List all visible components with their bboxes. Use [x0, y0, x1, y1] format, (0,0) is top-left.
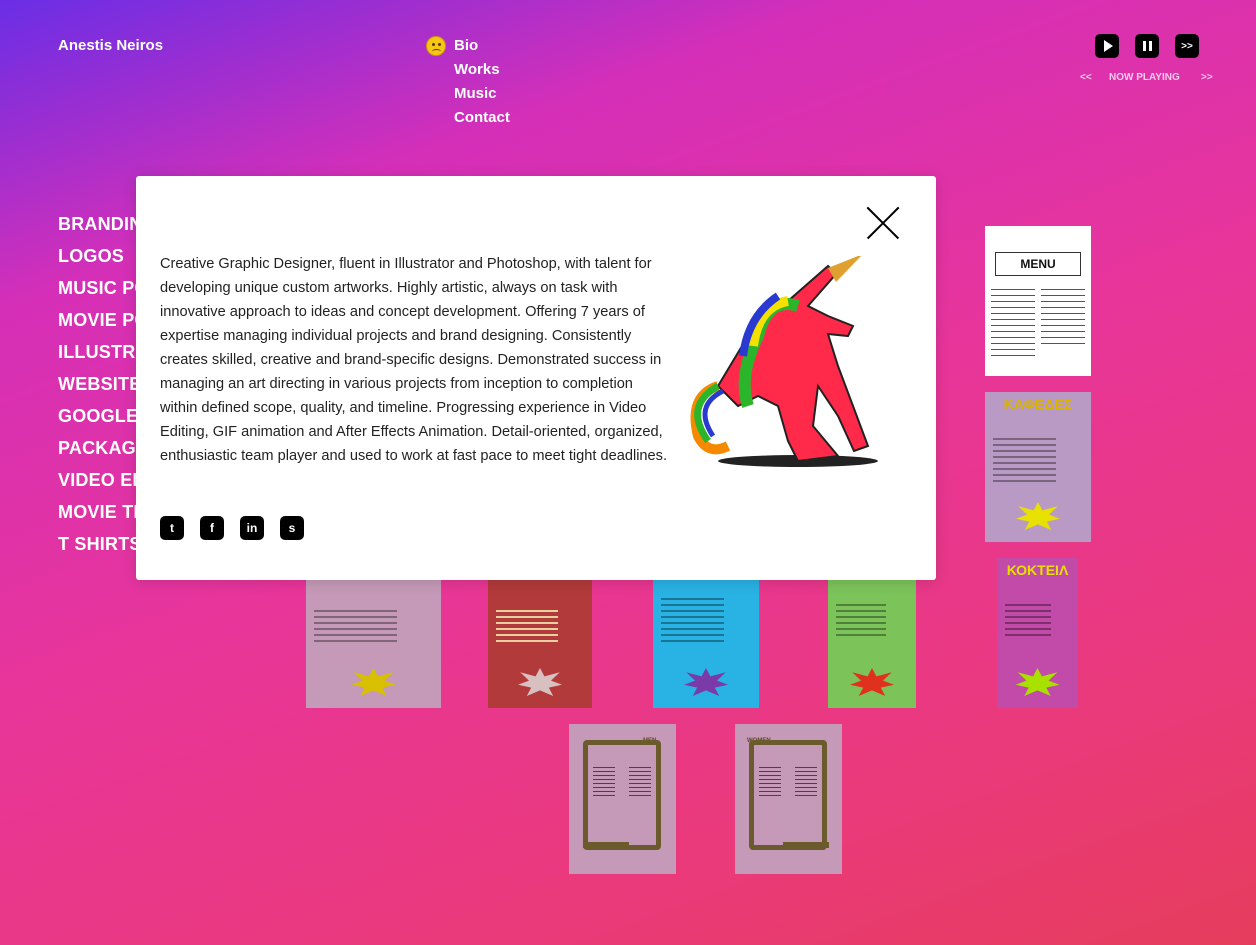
pause-button[interactable] [1135, 34, 1159, 58]
nav-music[interactable]: Music [454, 84, 510, 108]
menu-thumbnail[interactable]: MENU [985, 226, 1091, 376]
nav-works[interactable]: Works [454, 60, 510, 84]
linkedin-icon[interactable]: in [240, 516, 264, 540]
pause-icon [1142, 41, 1152, 51]
nav-contact[interactable]: Contact [454, 108, 510, 132]
men-restroom-thumbnail[interactable]: MEN [569, 724, 676, 874]
bio-modal: Creative Graphic Designer, fluent in Ill… [136, 176, 936, 580]
top-nav: Bio Works Music Contact [454, 36, 510, 132]
kokteil-thumbnail[interactable]: ΚΟΚΤΕΙΛ [997, 558, 1078, 708]
women-restroom-thumbnail[interactable]: WOMEN [735, 724, 842, 874]
unicorn-illustration [690, 256, 878, 467]
prev-track-link[interactable]: << [1080, 72, 1092, 83]
xymoi-thumbnail[interactable] [488, 580, 592, 708]
skype-icon[interactable]: s [280, 516, 304, 540]
kafedes-thumbnail[interactable]: ΚΑΦΕΔΕΣ [985, 392, 1091, 542]
site-brand[interactable]: Anestis Neiros [58, 37, 163, 54]
blue-menu-thumbnail[interactable] [653, 580, 759, 708]
bio-text: Creative Graphic Designer, fluent in Ill… [160, 256, 668, 464]
next-button[interactable]: >> [1175, 34, 1199, 58]
sad-face-icon [426, 36, 446, 56]
tumblr-icon[interactable]: t [160, 516, 184, 540]
close-icon[interactable] [866, 206, 900, 240]
play-button[interactable] [1095, 34, 1119, 58]
now-playing-label: NOW PLAYING [1109, 72, 1180, 83]
rofimata-thumbnail[interactable] [306, 580, 441, 708]
play-icon [1103, 40, 1113, 52]
nav-bio[interactable]: Bio [454, 36, 510, 60]
next-track-link[interactable]: >> [1201, 72, 1213, 83]
pota-thumbnail[interactable] [828, 580, 916, 708]
facebook-icon[interactable]: f [200, 516, 224, 540]
